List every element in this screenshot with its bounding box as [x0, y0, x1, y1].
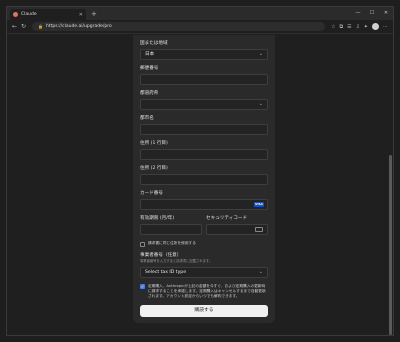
- url-text: https://claude.ai/upgrade/pro: [45, 24, 112, 29]
- new-tab-button[interactable]: +: [91, 10, 97, 18]
- minimize-button[interactable]: —: [351, 7, 365, 20]
- prefecture-select[interactable]: ⌄: [140, 99, 268, 110]
- visa-card-icon: VISA: [254, 202, 264, 207]
- tax-id-type-value: Select tax ID type: [145, 269, 187, 275]
- more-menu-icon[interactable]: ⋯: [383, 24, 388, 30]
- billing-form: 国または地域 日本 ⌄ 郵便番号 都道府県 ⌄ 都市名 住所 (1 行目) 住所…: [133, 35, 275, 323]
- billing-same-checkbox[interactable]: [140, 241, 145, 247]
- country-label: 国または地域: [140, 41, 168, 46]
- billing-same-label: 請求書に同じ住所を使用する: [148, 241, 196, 245]
- url-field[interactable]: 🔒 https://claude.ai/upgrade/pro: [32, 22, 326, 31]
- chevron-down-icon: ⌄: [258, 51, 263, 57]
- copilot-icon[interactable]: ✦: [364, 24, 368, 30]
- subscribe-button[interactable]: 購読する: [140, 304, 268, 317]
- chevron-down-icon: ⌄: [258, 101, 263, 107]
- lock-icon: 🔒: [38, 24, 43, 29]
- back-button[interactable]: ←: [10, 23, 19, 30]
- prefecture-label: 都道府県: [140, 91, 159, 96]
- maximize-button[interactable]: ☐: [365, 7, 379, 20]
- window-controls: — ☐ ✕: [351, 7, 393, 20]
- downloads-icon[interactable]: ⇩: [356, 24, 360, 30]
- tab-title: Claude: [21, 12, 37, 17]
- expiry-input[interactable]: [140, 224, 202, 235]
- expiry-cvc-row: 有効期限 (月/年) セキュリティコード: [140, 216, 268, 241]
- claude-favicon-icon: [13, 12, 18, 17]
- collections-icon[interactable]: ☰: [347, 24, 351, 30]
- tab-claude[interactable]: Claude ✕: [10, 9, 86, 20]
- split-screen-icon[interactable]: ⧉: [340, 24, 344, 30]
- country-value: 日本: [145, 52, 155, 57]
- postal-label: 郵便番号: [140, 66, 159, 71]
- billing-same-row: 請求書に同じ住所を使用する: [140, 241, 268, 247]
- postal-input[interactable]: [140, 74, 268, 85]
- address1-input[interactable]: [140, 149, 268, 160]
- country-select[interactable]: 日本 ⌄: [140, 49, 268, 60]
- tab-close-icon[interactable]: ✕: [79, 12, 83, 18]
- scrollbar-thumb[interactable]: [389, 155, 392, 335]
- card-number-label: カード番号: [140, 191, 163, 196]
- consent-row: ✓ 定期購入、Anthropicが上記の金額を今すぐ、および定期購入の更新時に請…: [140, 284, 268, 299]
- address1-label: 住所 (1 行目): [140, 141, 168, 146]
- cvc-label: セキュリティコード: [206, 216, 248, 221]
- profile-avatar[interactable]: [372, 23, 379, 30]
- city-input[interactable]: [140, 124, 268, 135]
- consent-checkbox[interactable]: ✓: [140, 284, 145, 289]
- tax-id-type-select[interactable]: Select tax ID type ⌄: [140, 266, 268, 278]
- address2-input[interactable]: [140, 174, 268, 185]
- address2-label: 住所 (2 行目): [140, 166, 168, 171]
- toolbar-icons: ☆ ⧉ ☰ ⇩ ✦ ⋯: [329, 23, 390, 30]
- chevron-down-icon: ⌄: [258, 268, 263, 275]
- favorite-icon[interactable]: ☆: [331, 24, 335, 30]
- city-label: 都市名: [140, 116, 154, 121]
- card-number-input[interactable]: VISA: [140, 199, 268, 210]
- tax-id-subtext: 事業者番号を入力すると請求書に記載されます。: [140, 258, 213, 263]
- cvc-input[interactable]: [206, 224, 268, 235]
- browser-window: Claude ✕ + — ☐ ✕ ← ↻ 🔒 https://claude.ai…: [6, 6, 394, 336]
- consent-text: 定期購入、Anthropicが上記の金額を今すぐ、および定期購入の更新時に請求す…: [148, 283, 266, 298]
- address-bar-row: ← ↻ 🔒 https://claude.ai/upgrade/pro ☆ ⧉ …: [7, 20, 393, 34]
- cvc-card-icon: [255, 227, 263, 232]
- reload-button[interactable]: ↻: [19, 23, 28, 30]
- page-viewport: 国または地域 日本 ⌄ 郵便番号 都道府県 ⌄ 都市名 住所 (1 行目) 住所…: [7, 35, 393, 335]
- expiry-label: 有効期限 (月/年): [140, 216, 175, 221]
- close-window-button[interactable]: ✕: [379, 7, 393, 20]
- tab-strip: Claude ✕ + — ☐ ✕: [7, 7, 393, 20]
